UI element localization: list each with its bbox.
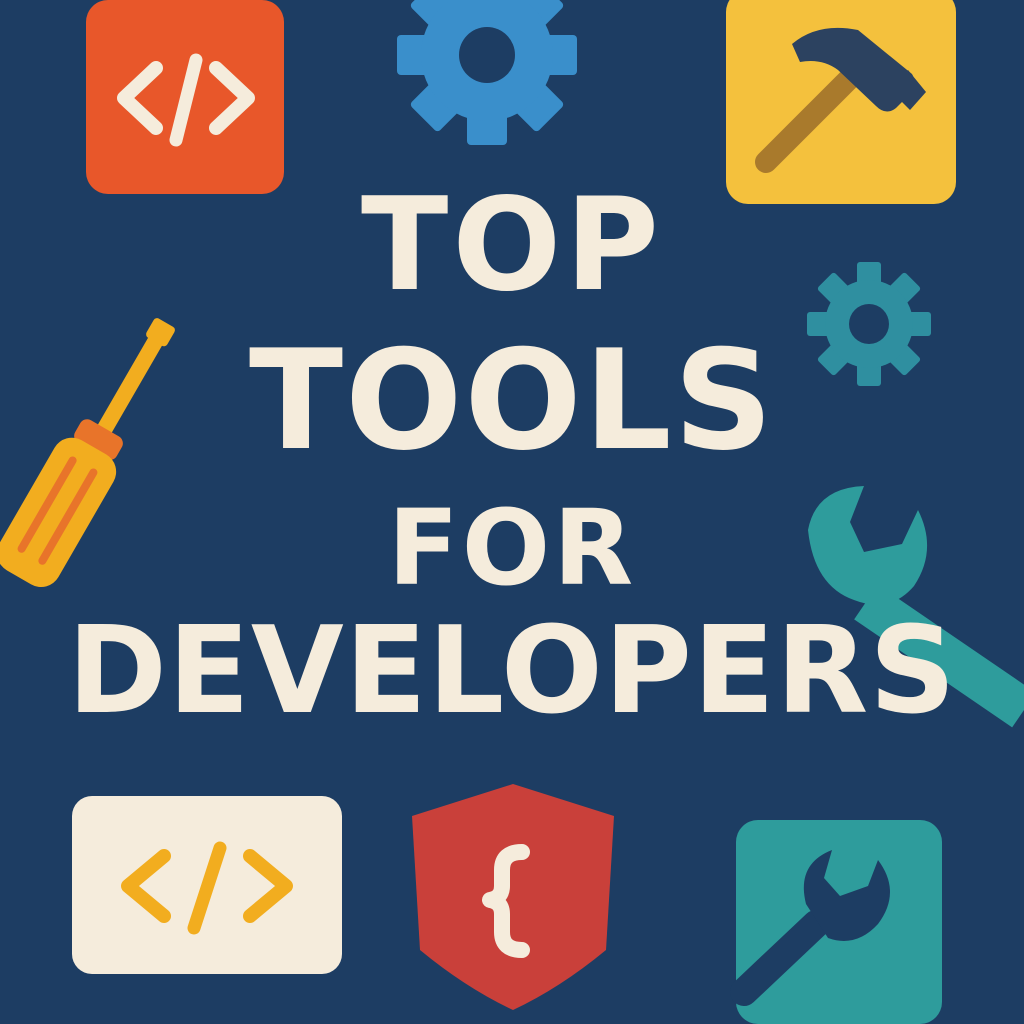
title-line-developers: DEVELOPERS (67, 602, 957, 741)
title-line-for: FOR (387, 487, 637, 609)
curly-brace-shield-icon (410, 782, 616, 1012)
wrench-tile-icon (730, 820, 942, 1024)
code-card-icon (72, 796, 342, 976)
code-tag-icon (86, 0, 286, 196)
title-line-top: TOP (361, 171, 663, 320)
hammer-icon (726, 0, 956, 204)
gear-icon (392, 0, 582, 150)
title-line-tools: TOOLS (248, 320, 776, 481)
poster: TOP TOOLS FOR DEVELOPERS (0, 0, 1024, 1024)
